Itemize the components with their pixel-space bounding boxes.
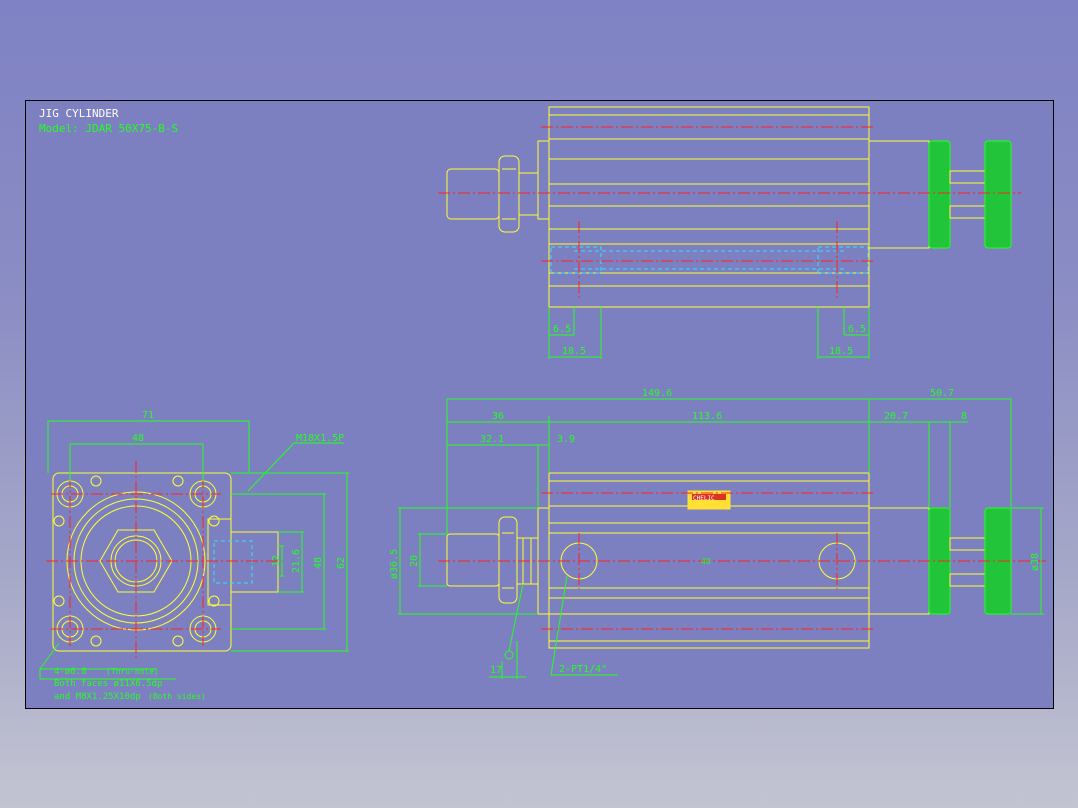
- dim-gap: 3.9: [557, 434, 575, 445]
- brand-label: CHELIC: [693, 495, 715, 502]
- dim-port: 2-PT1/4": [559, 664, 607, 675]
- dim-end-width-outer: 71: [142, 410, 154, 421]
- note-both-sides: (Both sides): [148, 692, 206, 701]
- dim-end-width-inner: 48: [132, 433, 144, 444]
- dim-knob-1: 20.7: [884, 411, 908, 422]
- dim-end-height-inner: 48: [313, 557, 324, 569]
- dim-top-right-small: 6.5: [848, 324, 866, 335]
- dim-wrench: 17: [490, 665, 502, 676]
- dim-knob-2: 8: [961, 411, 967, 422]
- dim-overall-length: 149.6: [642, 388, 672, 399]
- note-thread: and M8X1.25X10dp: [54, 692, 141, 702]
- cad-drawing: JIG CYLINDER Model: JDAR 50X75-B-S 6.5 1…: [39, 106, 1046, 702]
- dim-top-right-wide: 18.5: [829, 346, 853, 357]
- dim-knob-diameter: ø38: [1030, 553, 1041, 571]
- dim-rod-diameter-2: 20: [409, 555, 420, 567]
- dim-end-height-outer: 62: [336, 557, 347, 569]
- dim-end-d1: 12: [271, 555, 282, 567]
- dim-top-left-wide: 18.5: [562, 346, 586, 357]
- note-holes: 4-ø6.8: [54, 667, 87, 677]
- model-label: Model: JDAR 50X75-B-S: [39, 122, 178, 135]
- center-mark: 40: [701, 557, 711, 566]
- note-counterbore: Both faces ø11X6.5dp: [54, 679, 162, 689]
- dim-end-thread: M18X1.5P: [296, 433, 344, 444]
- dim-rod-length: 36: [492, 411, 504, 422]
- dim-end-d2: 21.6: [291, 549, 302, 573]
- dim-body-length: 113.6: [692, 411, 722, 422]
- drawing-title: JIG CYLINDER: [39, 107, 119, 120]
- note-holes-thru: (Thru-hole): [106, 667, 159, 676]
- dim-rod-end: 32.1: [480, 434, 504, 445]
- top-view: 6.5 18.5 6.5 18.5: [438, 106, 1021, 359]
- end-view: 71 48 M18X1.5P 12 21.6 48 62 4-ø6.8 (Thr…: [39, 410, 349, 702]
- drawing-sheet: JIG CYLINDER Model: JDAR 50X75-B-S 6.5 1…: [25, 100, 1054, 709]
- dim-right-overall: 50.7: [930, 388, 954, 399]
- side-view: CHELIC 149.6 50.7 36 113.6 20.7 8 32.1 3…: [389, 388, 1046, 679]
- dim-top-left-small: 6.5: [553, 324, 571, 335]
- dim-rod-diameter: ø36.5: [389, 549, 400, 579]
